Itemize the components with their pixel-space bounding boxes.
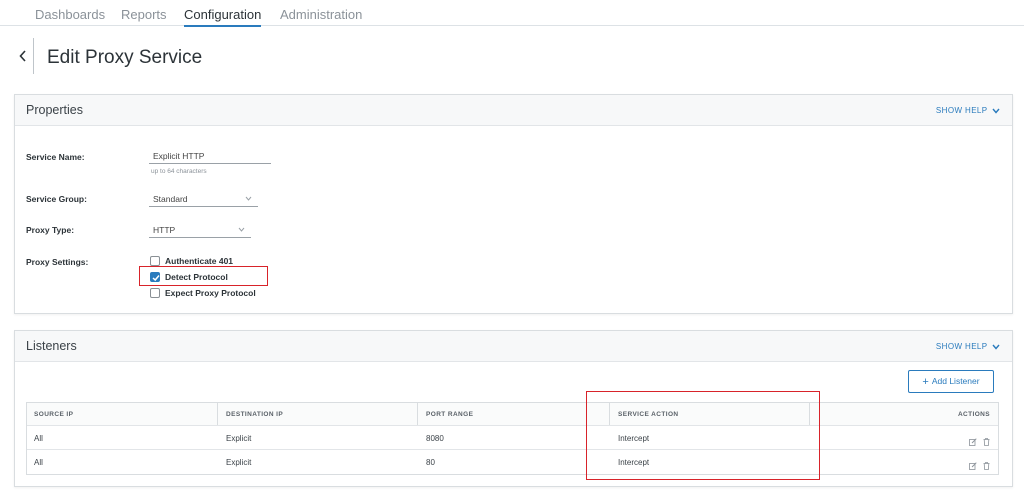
chevron-down-icon — [992, 108, 1000, 114]
listeners-table: SOURCE IP DESTINATION IP PORT RANGE SERV… — [26, 402, 999, 475]
properties-panel-header: Properties SHOW HELP — [15, 95, 1012, 126]
service-group-label: Service Group: — [26, 194, 87, 204]
column-header-destination-ip[interactable]: DESTINATION IP — [218, 403, 418, 425]
service-group-value: Standard — [153, 194, 188, 204]
expect-proxy-protocol-label: Expect Proxy Protocol — [165, 288, 256, 298]
table-row: All Explicit 80 Intercept — [27, 450, 998, 474]
chevron-down-icon — [245, 196, 252, 201]
proxy-settings-label: Proxy Settings: — [26, 257, 89, 267]
table-row: All Explicit 8080 Intercept — [27, 426, 998, 450]
table-header-row: SOURCE IP DESTINATION IP PORT RANGE SERV… — [27, 403, 998, 426]
show-help-label: SHOW HELP — [935, 106, 988, 115]
tab-dashboards[interactable]: Dashboards — [35, 7, 105, 25]
cell-port-range: 8080 — [426, 434, 444, 443]
service-group-select[interactable]: Standard — [149, 193, 258, 207]
properties-panel: Properties SHOW HELP Service Name: Expli… — [14, 94, 1013, 314]
chevron-left-icon — [19, 50, 26, 62]
row-actions — [967, 457, 990, 475]
service-name-hint: up to 64 characters — [151, 168, 207, 175]
chevron-down-icon — [238, 227, 245, 232]
cell-destination-ip: Explicit — [226, 434, 252, 443]
checkmark-icon — [152, 275, 160, 282]
listeners-title: Listeners — [26, 339, 77, 353]
proxy-type-value: HTTP — [153, 225, 176, 235]
row-actions — [967, 433, 990, 451]
detect-protocol-label: Detect Protocol — [165, 272, 228, 282]
cell-destination-ip: Explicit — [226, 458, 252, 467]
cell-port-range: 80 — [426, 458, 435, 467]
back-button[interactable] — [14, 38, 34, 74]
tab-reports[interactable]: Reports — [121, 7, 167, 25]
page-title: Edit Proxy Service — [47, 47, 203, 68]
properties-show-help[interactable]: SHOW HELP — [936, 106, 1000, 115]
add-listener-button[interactable]: + Add Listener — [908, 370, 994, 393]
cell-source-ip: All — [34, 458, 43, 467]
tab-configuration[interactable]: Configuration — [184, 7, 262, 27]
top-nav: Dashboards Reports Configuration Adminis… — [0, 0, 1024, 27]
plus-icon: + — [922, 375, 929, 388]
authenticate-401-checkbox[interactable] — [150, 256, 160, 266]
chevron-down-icon — [992, 344, 1000, 350]
cell-service-action: Intercept — [618, 458, 650, 467]
column-header-source-ip[interactable]: SOURCE IP — [27, 403, 218, 425]
authenticate-401-label: Authenticate 401 — [165, 256, 234, 266]
listeners-show-help[interactable]: SHOW HELP — [936, 342, 1000, 351]
tab-administration[interactable]: Administration — [280, 7, 362, 25]
service-name-input[interactable]: Explicit HTTP — [149, 150, 271, 164]
proxy-type-select[interactable]: HTTP — [149, 224, 251, 238]
add-listener-label: Add Listener — [931, 375, 980, 386]
service-name-label: Service Name: — [26, 152, 85, 162]
expect-proxy-protocol-checkbox[interactable] — [150, 288, 160, 298]
properties-title: Properties — [26, 103, 83, 117]
column-header-service-action[interactable]: SERVICE ACTION — [610, 403, 810, 425]
trash-icon[interactable] — [983, 438, 990, 446]
column-header-actions: ACTIONS — [957, 411, 990, 418]
proxy-type-label: Proxy Type: — [26, 225, 75, 235]
listeners-panel-header: Listeners SHOW HELP — [15, 331, 1012, 362]
column-header-port-range[interactable]: PORT RANGE — [418, 403, 610, 425]
trash-icon[interactable] — [983, 462, 990, 470]
service-name-value: Explicit HTTP — [153, 151, 205, 161]
listeners-panel: Listeners SHOW HELP + Add Listener SOURCE… — [14, 330, 1013, 487]
edit-icon[interactable] — [968, 462, 977, 470]
edit-icon[interactable] — [968, 438, 977, 446]
detect-protocol-checkbox[interactable] — [150, 272, 160, 282]
show-help-label: SHOW HELP — [935, 342, 988, 351]
cell-service-action: Intercept — [618, 434, 650, 443]
cell-source-ip: All — [34, 434, 43, 443]
